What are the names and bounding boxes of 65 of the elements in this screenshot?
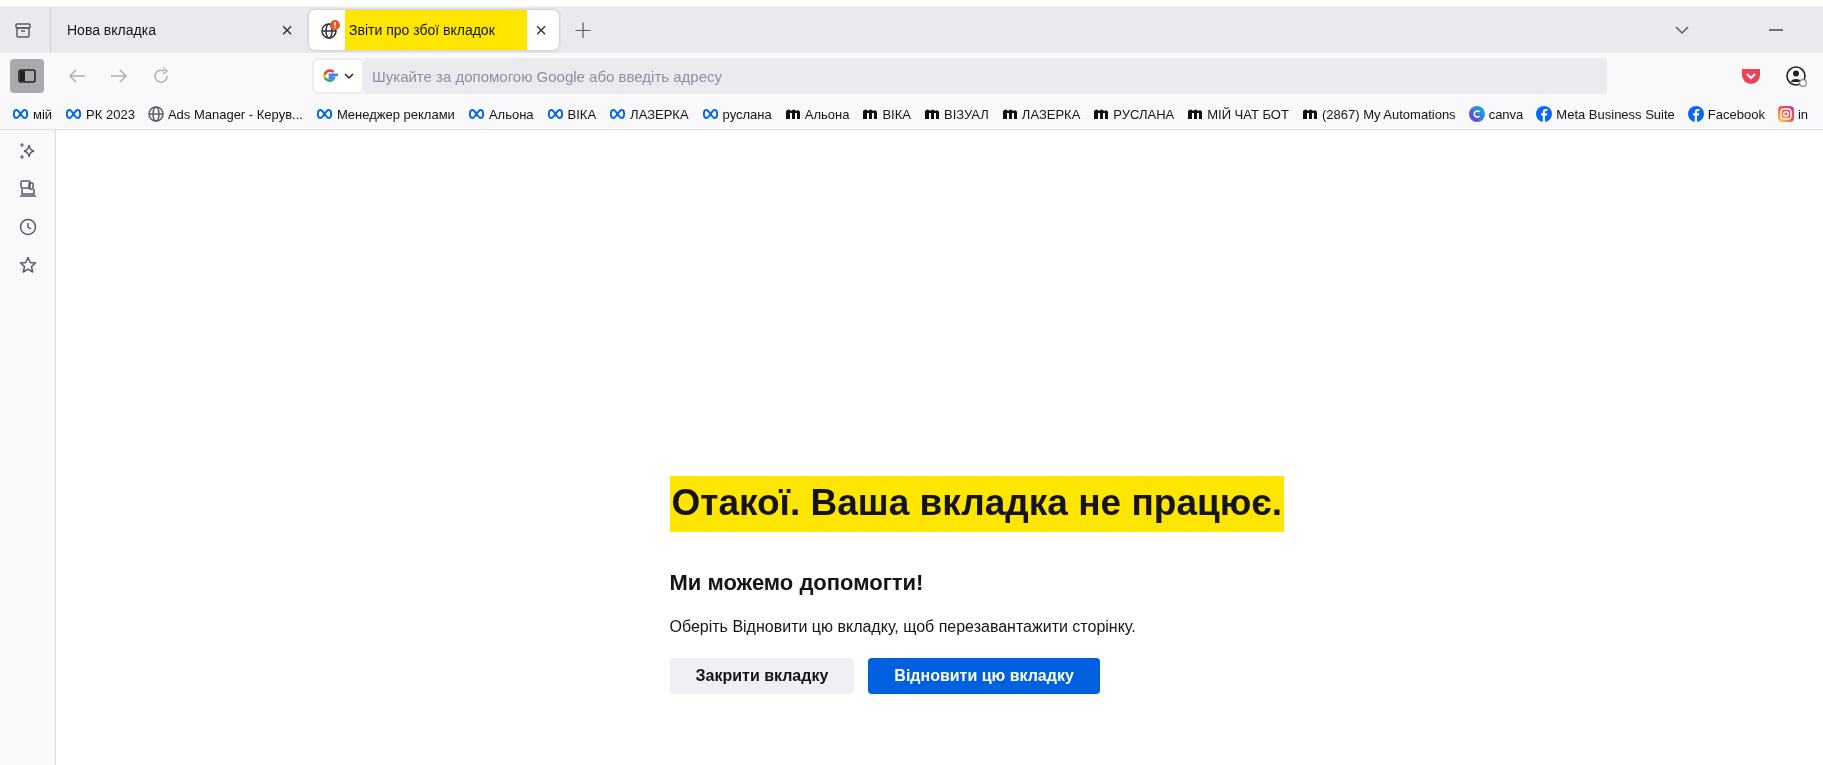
bookmark[interactable]: Альона bbox=[467, 106, 534, 122]
bookmark[interactable]: Ads Manager - Керув... bbox=[147, 106, 303, 122]
m-logo-icon bbox=[1301, 108, 1318, 120]
new-tab-button[interactable]: + bbox=[573, 16, 594, 44]
globe-alert-icon bbox=[321, 20, 341, 40]
restore-tab-button[interactable]: Відновити цю вкладку bbox=[868, 658, 1100, 694]
close-tab-button[interactable]: × bbox=[281, 20, 293, 40]
close-tab-button[interactable]: × bbox=[535, 20, 547, 40]
bookmark[interactable]: (2867) My Automations bbox=[1301, 106, 1456, 122]
bookmark[interactable]: ЛАЗЕРКА bbox=[1001, 106, 1081, 122]
google-icon bbox=[322, 68, 338, 84]
browser-tab[interactable]: Звіти про збої вкладок × bbox=[309, 10, 559, 50]
bookmark[interactable]: ЛАЗЕРКА bbox=[609, 106, 689, 122]
close-tab-button[interactable]: Закрити вкладку bbox=[669, 658, 855, 694]
tab-list-icon[interactable] bbox=[14, 21, 32, 39]
m-logo-icon bbox=[784, 108, 801, 120]
tab-title: Звіти про збої вкладок bbox=[345, 10, 528, 50]
error-message: Оберіть Відновити цю вкладку, щоб перезавантажити сторінку. bbox=[669, 618, 1137, 636]
infinity-icon bbox=[467, 108, 485, 120]
infinity-icon bbox=[546, 108, 564, 120]
bookmark[interactable]: мій bbox=[12, 106, 53, 122]
bookmark[interactable]: руслана bbox=[701, 106, 772, 122]
facebook-icon bbox=[1536, 106, 1553, 122]
bookmark[interactable]: in bbox=[1777, 106, 1809, 122]
infinity-icon bbox=[315, 108, 333, 120]
bookmark[interactable]: Менеджер реклами bbox=[315, 106, 455, 122]
pocket-icon[interactable] bbox=[1741, 67, 1761, 85]
m-logo-icon bbox=[1001, 108, 1018, 120]
sparkle-icon[interactable] bbox=[18, 142, 37, 160]
chevron-down-icon[interactable] bbox=[1675, 25, 1689, 35]
bookmark[interactable]: Meta Business Suite bbox=[1536, 106, 1675, 122]
globe-icon bbox=[147, 106, 164, 122]
bookmark[interactable]: РУСЛАНА bbox=[1093, 106, 1175, 122]
address-bar[interactable]: Шукайте за допомогою Google або введіть адресу bbox=[364, 58, 1607, 94]
bookmark[interactable]: Альона bbox=[784, 106, 850, 122]
bookmark[interactable]: canva bbox=[1468, 106, 1524, 122]
m-logo-icon bbox=[1093, 108, 1110, 120]
infinity-icon bbox=[65, 108, 83, 120]
instagram-icon bbox=[1777, 106, 1794, 122]
devices-icon[interactable] bbox=[18, 180, 37, 198]
search-engine-button[interactable] bbox=[312, 58, 364, 94]
sidebar-icon bbox=[18, 69, 36, 83]
infinity-icon bbox=[701, 108, 719, 120]
star-icon[interactable] bbox=[18, 256, 37, 274]
error-title: Отакої. Ваша вкладка не працює. bbox=[669, 476, 1285, 532]
m-logo-icon bbox=[862, 108, 879, 120]
account-icon[interactable] bbox=[1785, 65, 1807, 87]
facebook-icon bbox=[1687, 106, 1704, 122]
error-subtitle: Ми можемо допомогти! bbox=[669, 570, 925, 596]
tab-title: Нова вкладка bbox=[67, 22, 157, 38]
bookmark[interactable]: ВІЗУАЛ bbox=[923, 106, 989, 122]
m-logo-icon bbox=[923, 108, 940, 120]
browser-tab[interactable]: Нова вкладка × bbox=[55, 10, 305, 50]
bookmark[interactable]: Facebook bbox=[1687, 106, 1765, 122]
infinity-icon bbox=[12, 108, 29, 120]
bookmark[interactable]: ВІКА bbox=[862, 106, 911, 122]
bookmark[interactable]: ВІКА bbox=[546, 106, 597, 122]
bookmark[interactable]: РК 2023 bbox=[65, 106, 135, 122]
bookmark[interactable]: МІЙ ЧАТ БОТ bbox=[1187, 106, 1289, 122]
clock-icon[interactable] bbox=[18, 218, 37, 236]
m-logo-icon bbox=[1187, 108, 1204, 120]
canva-icon bbox=[1468, 106, 1485, 122]
chevron-down-icon bbox=[344, 72, 354, 80]
infinity-icon bbox=[609, 108, 627, 120]
sidebar-toggle-button[interactable] bbox=[10, 59, 44, 93]
